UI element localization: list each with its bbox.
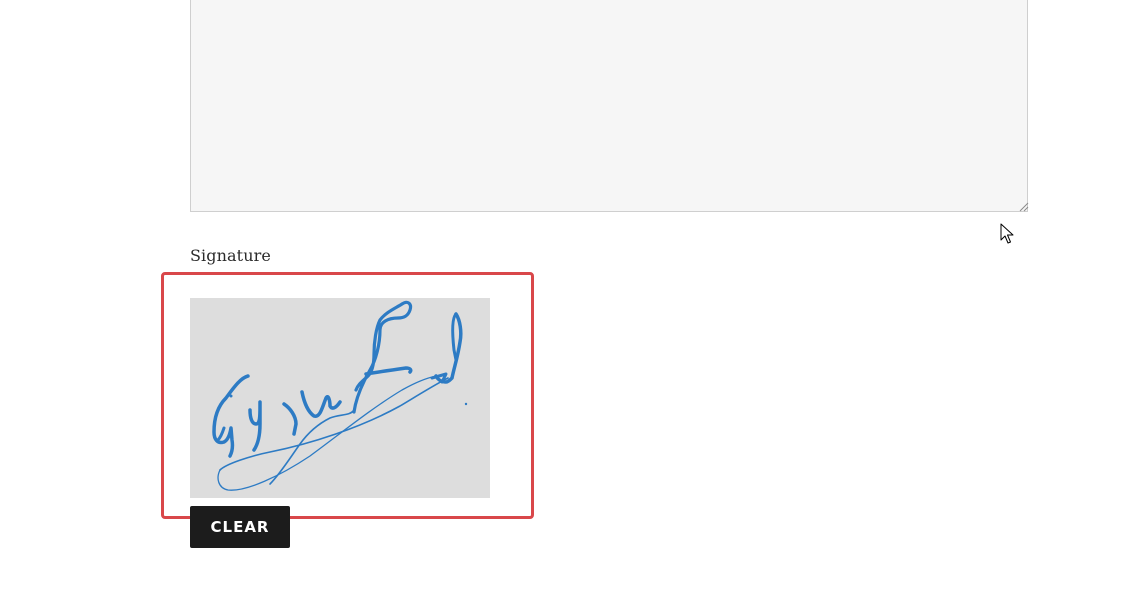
signature-pad[interactable] xyxy=(190,298,490,498)
message-textarea[interactable] xyxy=(190,0,1028,212)
signature-label: Signature xyxy=(190,246,271,265)
clear-signature-button[interactable]: CLEAR xyxy=(190,506,290,548)
signature-drawing xyxy=(212,300,468,491)
mouse-pointer-icon xyxy=(1000,223,1014,244)
resize-grip-icon[interactable] xyxy=(1017,200,1029,212)
form-page: Signature CLEAR xyxy=(0,0,1142,599)
